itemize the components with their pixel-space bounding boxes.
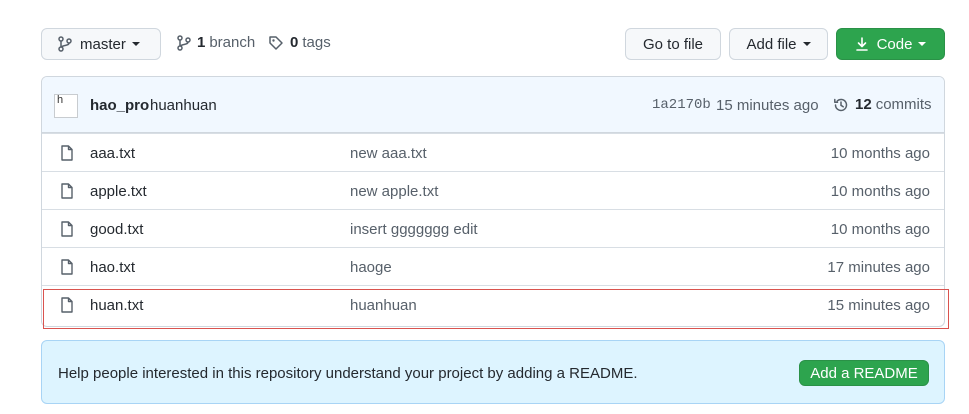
tags-label: tags: [302, 34, 331, 51]
file-icon: [61, 183, 73, 199]
go-to-file-button[interactable]: Go to file: [625, 28, 721, 60]
file-row[interactable]: huan.txt huanhuan 15 minutes ago: [42, 285, 944, 323]
download-icon: [855, 37, 868, 51]
add-readme-button[interactable]: Add a README: [799, 360, 929, 386]
file-age: 10 months ago: [830, 183, 930, 200]
file-icon: [61, 259, 73, 275]
file-commit-message[interactable]: new apple.txt: [350, 183, 438, 200]
tag-icon: [269, 35, 283, 50]
add-file-label: Add file: [746, 35, 797, 53]
git-branch-icon: [58, 36, 72, 52]
tags-count: 0: [290, 34, 299, 51]
history-icon: [834, 98, 848, 111]
file-age: 10 months ago: [830, 221, 930, 238]
file-name[interactable]: huan.txt: [90, 297, 143, 314]
file-commit-message[interactable]: new aaa.txt: [350, 145, 427, 162]
readme-prompt: Help people interested in this repositor…: [41, 340, 945, 404]
chevron-down-icon: [918, 42, 927, 46]
avatar-alt-text: h: [57, 94, 64, 106]
file-list: h hao_pro huanhuan 1a2170b 15 minutes ag…: [41, 76, 945, 327]
file-row[interactable]: good.txt insert ggggggg edit 10 months a…: [42, 209, 944, 247]
commits-count: 12: [855, 96, 872, 113]
branch-select-button[interactable]: master: [41, 28, 161, 60]
commit-sha[interactable]: 1a2170b: [652, 97, 711, 113]
file-age: 10 months ago: [830, 145, 930, 162]
file-name[interactable]: hao.txt: [90, 259, 135, 276]
chevron-down-icon: [802, 42, 811, 46]
latest-commit-bar: h hao_pro huanhuan 1a2170b 15 minutes ag…: [42, 77, 944, 133]
file-commit-message[interactable]: huanhuan: [350, 297, 417, 314]
file-commit-message[interactable]: insert ggggggg edit: [350, 221, 478, 238]
branch-label: master: [80, 35, 126, 53]
tags-link[interactable]: 0 tags: [268, 34, 331, 51]
commit-message[interactable]: huanhuan: [150, 97, 217, 114]
avatar[interactable]: h: [54, 94, 78, 118]
readme-prompt-text: Help people interested in this repositor…: [58, 365, 638, 382]
chevron-down-icon: [131, 42, 140, 46]
commits-label: commits: [875, 96, 932, 113]
commit-author[interactable]: hao_pro: [90, 97, 149, 114]
branches-label: branch: [209, 34, 256, 51]
branches-link[interactable]: 1 branch: [177, 34, 255, 51]
file-age: 15 minutes ago: [827, 297, 930, 314]
file-icon: [61, 221, 73, 237]
file-name[interactable]: aaa.txt: [90, 145, 135, 162]
add-file-button[interactable]: Add file: [729, 28, 828, 60]
file-row[interactable]: apple.txt new apple.txt 10 months ago: [42, 171, 944, 209]
file-row[interactable]: aaa.txt new aaa.txt 10 months ago: [42, 133, 944, 171]
file-name[interactable]: apple.txt: [90, 183, 147, 200]
file-age: 17 minutes ago: [827, 259, 930, 276]
code-button[interactable]: Code: [836, 28, 945, 60]
file-row[interactable]: hao.txt haoge 17 minutes ago: [42, 247, 944, 285]
commits-link[interactable]: 12 commits: [833, 96, 932, 113]
branches-count: 1: [197, 34, 206, 51]
file-icon: [61, 145, 73, 161]
git-branch-icon: [177, 34, 191, 51]
code-label: Code: [876, 35, 913, 53]
file-commit-message[interactable]: haoge: [350, 259, 392, 276]
file-name[interactable]: good.txt: [90, 221, 143, 238]
commit-time: 15 minutes ago: [716, 97, 819, 114]
file-icon: [61, 297, 73, 313]
